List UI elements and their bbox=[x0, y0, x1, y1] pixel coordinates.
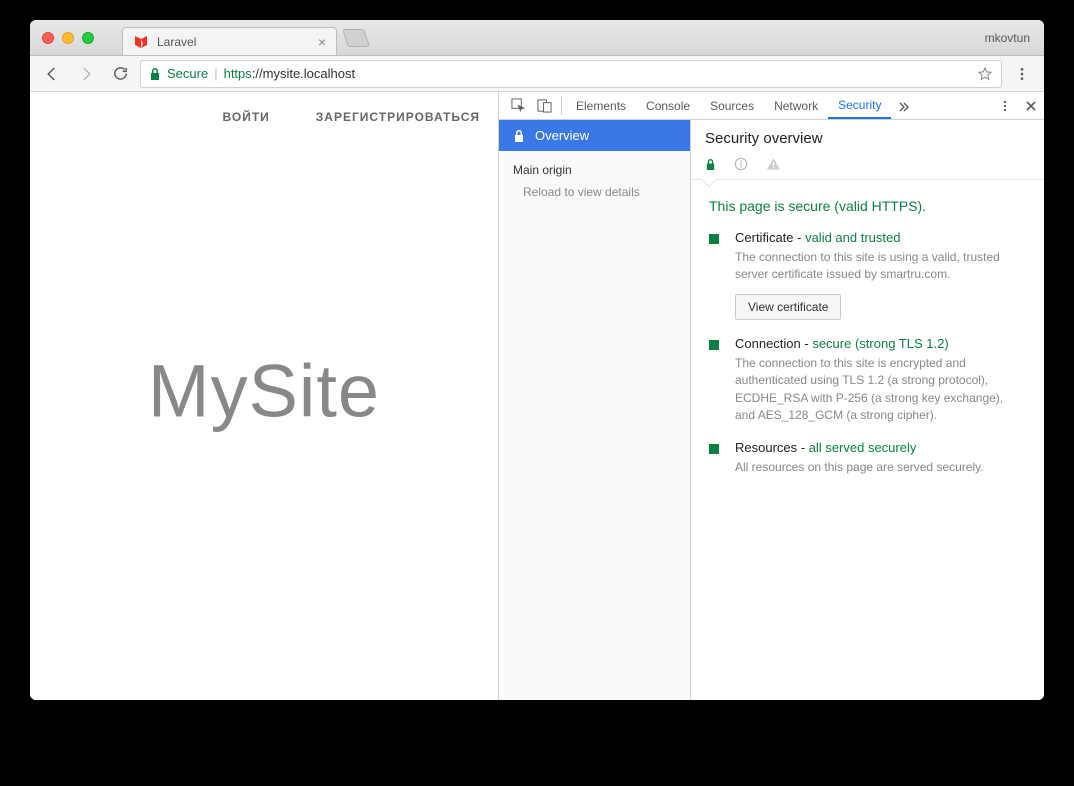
tab-title: Laravel bbox=[157, 35, 310, 49]
content-area: ВОЙТИ ЗАРЕГИСТРИРОВАТЬСЯ MySite Elements… bbox=[30, 92, 1044, 700]
conn-title-prefix: Connection - bbox=[735, 336, 812, 351]
status-dot-icon bbox=[709, 340, 719, 350]
status-icon-row bbox=[691, 153, 1044, 180]
browser-tab[interactable]: Laravel × bbox=[122, 27, 337, 55]
browser-menu-button[interactable] bbox=[1008, 60, 1036, 88]
secure-headline: This page is secure (valid HTTPS). bbox=[691, 180, 1044, 222]
close-window-button[interactable] bbox=[42, 32, 54, 44]
register-link[interactable]: ЗАРЕГИСТРИРОВАТЬСЯ bbox=[316, 110, 480, 124]
resources-section: Resources - all served securely All reso… bbox=[691, 432, 1044, 484]
minimize-window-button[interactable] bbox=[62, 32, 74, 44]
lock-icon bbox=[705, 158, 716, 171]
back-button[interactable] bbox=[38, 60, 66, 88]
url-rest: ://mysite.localhost bbox=[252, 66, 355, 81]
devtools-body: Overview Main origin Reload to view deta… bbox=[499, 120, 1044, 700]
devtools-sidebar: Overview Main origin Reload to view deta… bbox=[499, 120, 691, 700]
tab-console[interactable]: Console bbox=[636, 92, 700, 119]
status-dot-icon bbox=[709, 234, 719, 244]
sidebar-overview-label: Overview bbox=[535, 128, 589, 143]
page-nav: ВОЙТИ ЗАРЕГИСТРИРОВАТЬСЯ bbox=[223, 110, 481, 124]
security-overview-heading: Security overview bbox=[691, 120, 1044, 153]
address-bar[interactable]: Secure | https://mysite.localhost bbox=[140, 60, 1002, 88]
titlebar: Laravel × mkovtun bbox=[30, 20, 1044, 56]
warning-icon bbox=[766, 157, 781, 171]
forward-button[interactable] bbox=[72, 60, 100, 88]
tab-close-icon[interactable]: × bbox=[318, 34, 326, 50]
maximize-window-button[interactable] bbox=[82, 32, 94, 44]
window-controls bbox=[30, 32, 94, 44]
sidebar-main-origin: Main origin bbox=[499, 151, 690, 181]
status-dot-icon bbox=[709, 444, 719, 454]
url-text: https://mysite.localhost bbox=[224, 66, 356, 81]
separator: | bbox=[214, 66, 217, 81]
devtools-menu-icon[interactable] bbox=[992, 92, 1018, 119]
devtools-panel: Elements Console Sources Network Securit… bbox=[498, 92, 1044, 700]
connection-section: Connection - secure (strong TLS 1.2) The… bbox=[691, 328, 1044, 433]
certificate-title: Certificate - valid and trusted bbox=[735, 230, 1026, 245]
res-title-status: all served securely bbox=[809, 440, 917, 455]
tab-network[interactable]: Network bbox=[764, 92, 828, 119]
login-link[interactable]: ВОЙТИ bbox=[223, 110, 270, 124]
cert-title-status: valid and trusted bbox=[805, 230, 900, 245]
tab-security[interactable]: Security bbox=[828, 92, 891, 119]
resources-title: Resources - all served securely bbox=[735, 440, 1026, 455]
sidebar-overview[interactable]: Overview bbox=[499, 120, 690, 151]
bookmark-star-icon[interactable] bbox=[977, 66, 993, 82]
toolbar: Secure | https://mysite.localhost bbox=[30, 56, 1044, 92]
res-title-prefix: Resources - bbox=[735, 440, 809, 455]
profile-name[interactable]: mkovtun bbox=[985, 31, 1030, 45]
laravel-favicon-icon bbox=[133, 34, 149, 50]
lock-icon bbox=[513, 129, 525, 143]
conn-title-status: secure (strong TLS 1.2) bbox=[812, 336, 948, 351]
new-tab-button[interactable] bbox=[342, 29, 370, 47]
devtools-main: Security overview This page is bbox=[691, 120, 1044, 700]
sidebar-reload-hint[interactable]: Reload to view details bbox=[499, 181, 690, 203]
connection-title: Connection - secure (strong TLS 1.2) bbox=[735, 336, 1026, 351]
certificate-section: Certificate - valid and trusted The conn… bbox=[691, 222, 1044, 328]
devtools-close-icon[interactable] bbox=[1018, 92, 1044, 119]
browser-window: Laravel × mkovtun Secure | https://mysit… bbox=[30, 20, 1044, 700]
connection-desc: The connection to this site is encrypted… bbox=[735, 355, 1026, 425]
tab-sources[interactable]: Sources bbox=[700, 92, 764, 119]
secure-chip: Secure bbox=[167, 66, 208, 81]
device-toolbar-icon[interactable] bbox=[531, 92, 557, 119]
more-tabs-icon[interactable] bbox=[891, 92, 917, 119]
divider bbox=[561, 96, 562, 115]
inspect-element-icon[interactable] bbox=[505, 92, 531, 119]
cert-title-prefix: Certificate - bbox=[735, 230, 805, 245]
devtools-tabbar: Elements Console Sources Network Securit… bbox=[499, 92, 1044, 120]
resources-desc: All resources on this page are served se… bbox=[735, 459, 1026, 476]
tab-elements[interactable]: Elements bbox=[566, 92, 636, 119]
reload-button[interactable] bbox=[106, 60, 134, 88]
page-viewport: ВОЙТИ ЗАРЕГИСТРИРОВАТЬСЯ MySite bbox=[30, 92, 498, 700]
url-scheme: https bbox=[224, 66, 252, 81]
page-hero-title: MySite bbox=[148, 348, 380, 433]
info-icon bbox=[734, 157, 748, 171]
lock-icon bbox=[149, 67, 161, 81]
certificate-desc: The connection to this site is using a v… bbox=[735, 249, 1026, 284]
view-certificate-button[interactable]: View certificate bbox=[735, 294, 841, 320]
